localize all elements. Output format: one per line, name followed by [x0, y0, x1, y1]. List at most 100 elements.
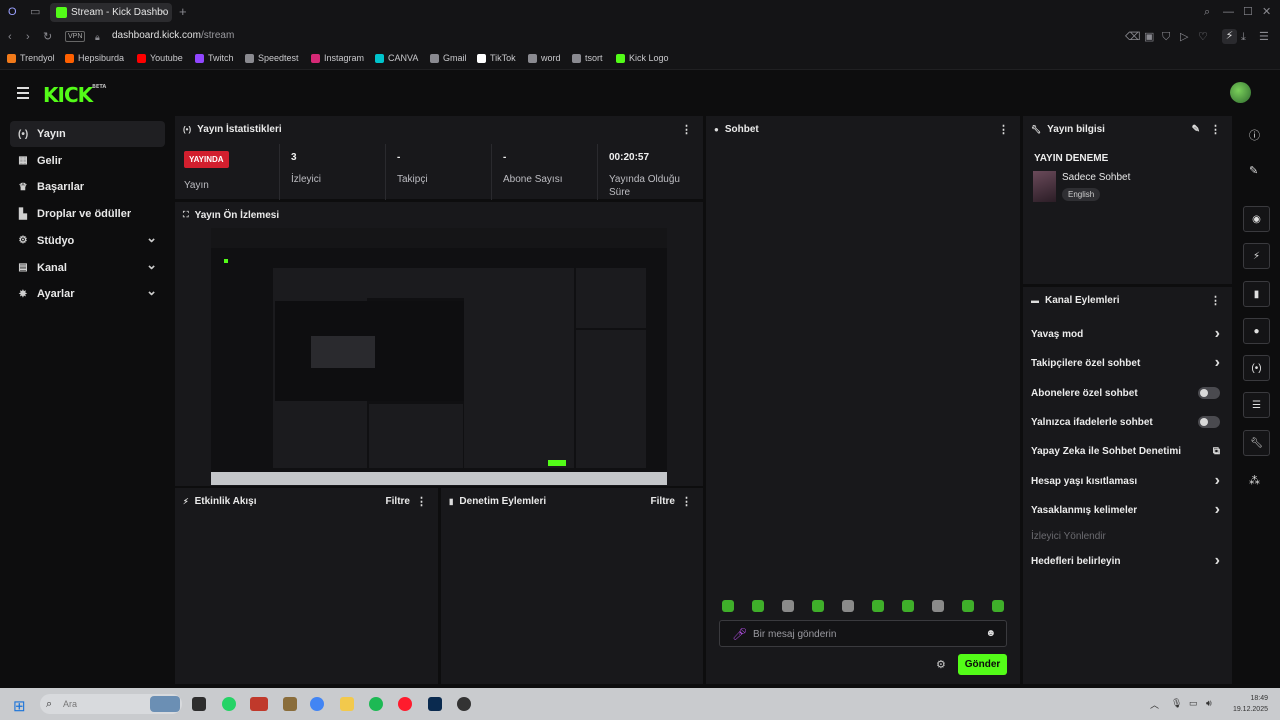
add-widget-icon[interactable]: ⁂	[1249, 474, 1260, 487]
bookmark-hepsiburda[interactable]: Hepsiburda	[65, 53, 124, 63]
rail-sliders-button[interactable]: ☰	[1243, 392, 1270, 418]
chat-settings-icon[interactable]: ⚙	[936, 658, 946, 671]
rail-camera-button[interactable]: ◉	[1243, 206, 1270, 232]
channel-action-hedefleri-belirleyin[interactable]: Hedefleri belirleyin ›	[1031, 550, 1224, 572]
taskbar-opera-icon[interactable]	[398, 697, 412, 711]
sidebar-item-yayin[interactable]: (•) Yayın	[10, 121, 165, 147]
bookmark-tiktok[interactable]: TikTok	[477, 53, 516, 63]
new-tab-button[interactable]: +	[179, 5, 187, 19]
back-icon[interactable]: ‹	[8, 30, 12, 44]
emote-icon[interactable]	[812, 600, 824, 612]
channel-action-yapay-zeka-ile-sohbet-denetimi[interactable]: Yapay Zeka ile Sohbet Denetimi ⧉	[1031, 440, 1224, 462]
channel-action-yasaklanmis-kelimeler[interactable]: Yasaklanmış kelimeler ›	[1031, 499, 1224, 521]
pencil-icon[interactable]: ✎	[1249, 164, 1258, 177]
moderation-filter-button[interactable]: Filtre	[651, 496, 675, 507]
channel-action-yalnizca-ifadelerle-sohbet[interactable]: Yalnızca ifadelerle sohbet	[1031, 411, 1224, 433]
more-options-icon[interactable]: ⋮	[681, 495, 692, 508]
info-icon[interactable]: ⓘ	[1249, 127, 1260, 143]
heart-icon[interactable]: ♡	[1198, 30, 1208, 44]
emoji-icon[interactable]: ☻	[985, 628, 996, 639]
rail-document-button[interactable]: ▮	[1243, 281, 1270, 307]
stream-preview-video[interactable]	[211, 228, 667, 485]
emote-icon[interactable]	[842, 600, 854, 612]
taskbar-clock[interactable]: 18:49 19.12.2025	[1224, 693, 1268, 715]
taskbar-photoshop-icon[interactable]	[428, 697, 442, 711]
close-tab-icon[interactable]: ×	[160, 7, 166, 18]
bookmark-twitch[interactable]: Twitch	[195, 53, 234, 63]
forward-icon[interactable]: ›	[26, 30, 30, 44]
channel-action-abonelere-ozel-sohbet[interactable]: Abonelere özel sohbet	[1031, 382, 1224, 404]
lightning-icon[interactable]: ⚡︎	[1222, 29, 1237, 44]
rail-chat-button[interactable]: ●	[1243, 318, 1270, 344]
more-options-icon[interactable]: ⋮	[1210, 123, 1221, 136]
more-options-icon[interactable]: ⋮	[1210, 294, 1221, 307]
chevron-down-icon[interactable]: ⌄	[146, 257, 157, 273]
toggle-switch[interactable]	[1198, 387, 1220, 399]
stream-category[interactable]: Sadece Sohbet	[1062, 172, 1130, 183]
taskbar-widget-icon[interactable]	[150, 696, 180, 712]
tray-mic-icon[interactable]: 🎙︎	[1171, 698, 1182, 709]
shield-icon[interactable]: ⛉	[1162, 30, 1170, 44]
emote-icon[interactable]	[992, 600, 1004, 612]
sidebar-item-ayarlar[interactable]: ✸ Ayarlar ⌄	[10, 281, 165, 307]
bookmark-youtube[interactable]: Youtube	[137, 53, 183, 63]
taskbar-explorer-icon[interactable]	[192, 697, 206, 711]
play-icon[interactable]: ▷	[1180, 30, 1188, 44]
emote-icon[interactable]	[932, 600, 944, 612]
opera-logo-icon[interactable]: O	[8, 5, 17, 19]
chat-message-input[interactable]: 🎤︎ Bir mesaj gönderin ☻	[719, 620, 1007, 647]
menu-icon[interactable]: ☰	[1259, 30, 1269, 44]
more-options-icon[interactable]: ⋮	[416, 495, 427, 508]
maximize-icon[interactable]: ☐	[1243, 5, 1253, 19]
chevron-down-icon[interactable]: ⌄	[146, 230, 157, 246]
rail-lightning-button[interactable]: ⚡︎	[1243, 243, 1270, 269]
rail-broadcast-button[interactable]: (•)	[1243, 355, 1270, 381]
sidebar-item-gelir[interactable]: ▦ Gelir	[10, 148, 165, 174]
emote-icon[interactable]	[722, 600, 734, 612]
tray-network-icon[interactable]: ▭	[1189, 698, 1198, 709]
taskbar-chrome-icon[interactable]	[310, 697, 324, 711]
taskbar-spotify-icon[interactable]	[369, 697, 383, 711]
tray-volume-icon[interactable]: 🔊︎	[1206, 698, 1212, 709]
lock-icon[interactable]: 🔒︎	[95, 30, 100, 44]
edit-icon[interactable]: ✎	[1192, 124, 1200, 135]
hamburger-menu-icon[interactable]	[17, 87, 29, 102]
channel-action-hesap-yasi-kisitlamasi[interactable]: Hesap yaşı kısıtlaması ›	[1031, 470, 1224, 492]
taskbar-obs-icon[interactable]	[457, 697, 471, 711]
channel-action-yavas-mod[interactable]: Yavaş mod ›	[1031, 323, 1224, 345]
category-thumbnail[interactable]	[1033, 171, 1056, 202]
bookmark-gmail[interactable]: Gmail	[430, 53, 467, 63]
snapshot-icon[interactable]: ▣	[1144, 30, 1154, 44]
url-field[interactable]: dashboard.kick.com/stream	[112, 30, 234, 41]
browser-tab-stream[interactable]: Stream - Kick Dashbo ×	[50, 3, 172, 22]
emote-icon[interactable]	[752, 600, 764, 612]
clear-icon[interactable]: ⌫	[1125, 30, 1141, 44]
taskbar-notes-icon[interactable]	[283, 697, 297, 711]
windows-start-icon[interactable]: ⊞	[13, 697, 26, 715]
minimize-icon[interactable]: —	[1223, 5, 1234, 19]
vpn-badge[interactable]: VPN	[65, 31, 86, 42]
emote-icon[interactable]	[962, 600, 974, 612]
bookmark-trendyol[interactable]: Trendyol	[7, 53, 55, 63]
tab-menu-icon[interactable]: ▭	[30, 5, 40, 19]
download-icon[interactable]: ⤓	[1241, 30, 1246, 44]
toggle-switch[interactable]	[1198, 416, 1220, 428]
bookmark-speedtest[interactable]: Speedtest	[245, 53, 299, 63]
taskbar-whatsapp-icon[interactable]	[222, 697, 236, 711]
reload-icon[interactable]: ↻	[43, 30, 52, 44]
channel-action-takipcilere-ozel-sohbet[interactable]: Takipçilere özel sohbet ›	[1031, 352, 1224, 374]
bookmark-instagram[interactable]: Instagram	[311, 53, 364, 63]
emote-icon[interactable]	[782, 600, 794, 612]
bookmark-word[interactable]: word	[528, 53, 561, 63]
tray-chevron-icon[interactable]: ︿	[1150, 698, 1159, 711]
sidebar-item-studyo[interactable]: ⚙ Stüdyo ⌄	[10, 228, 165, 254]
kick-logo[interactable]: KICKBETA	[43, 83, 106, 107]
bookmark-canva[interactable]: CANVA	[375, 53, 418, 63]
user-avatar[interactable]	[1230, 82, 1251, 103]
microphone-icon[interactable]: 🎤︎	[732, 627, 747, 641]
chevron-down-icon[interactable]: ⌄	[146, 283, 157, 299]
activity-filter-button[interactable]: Filtre	[386, 496, 410, 507]
send-button[interactable]: Gönder	[958, 654, 1007, 675]
search-tabs-icon[interactable]: ⌕	[1204, 5, 1210, 19]
emote-icon[interactable]	[902, 600, 914, 612]
